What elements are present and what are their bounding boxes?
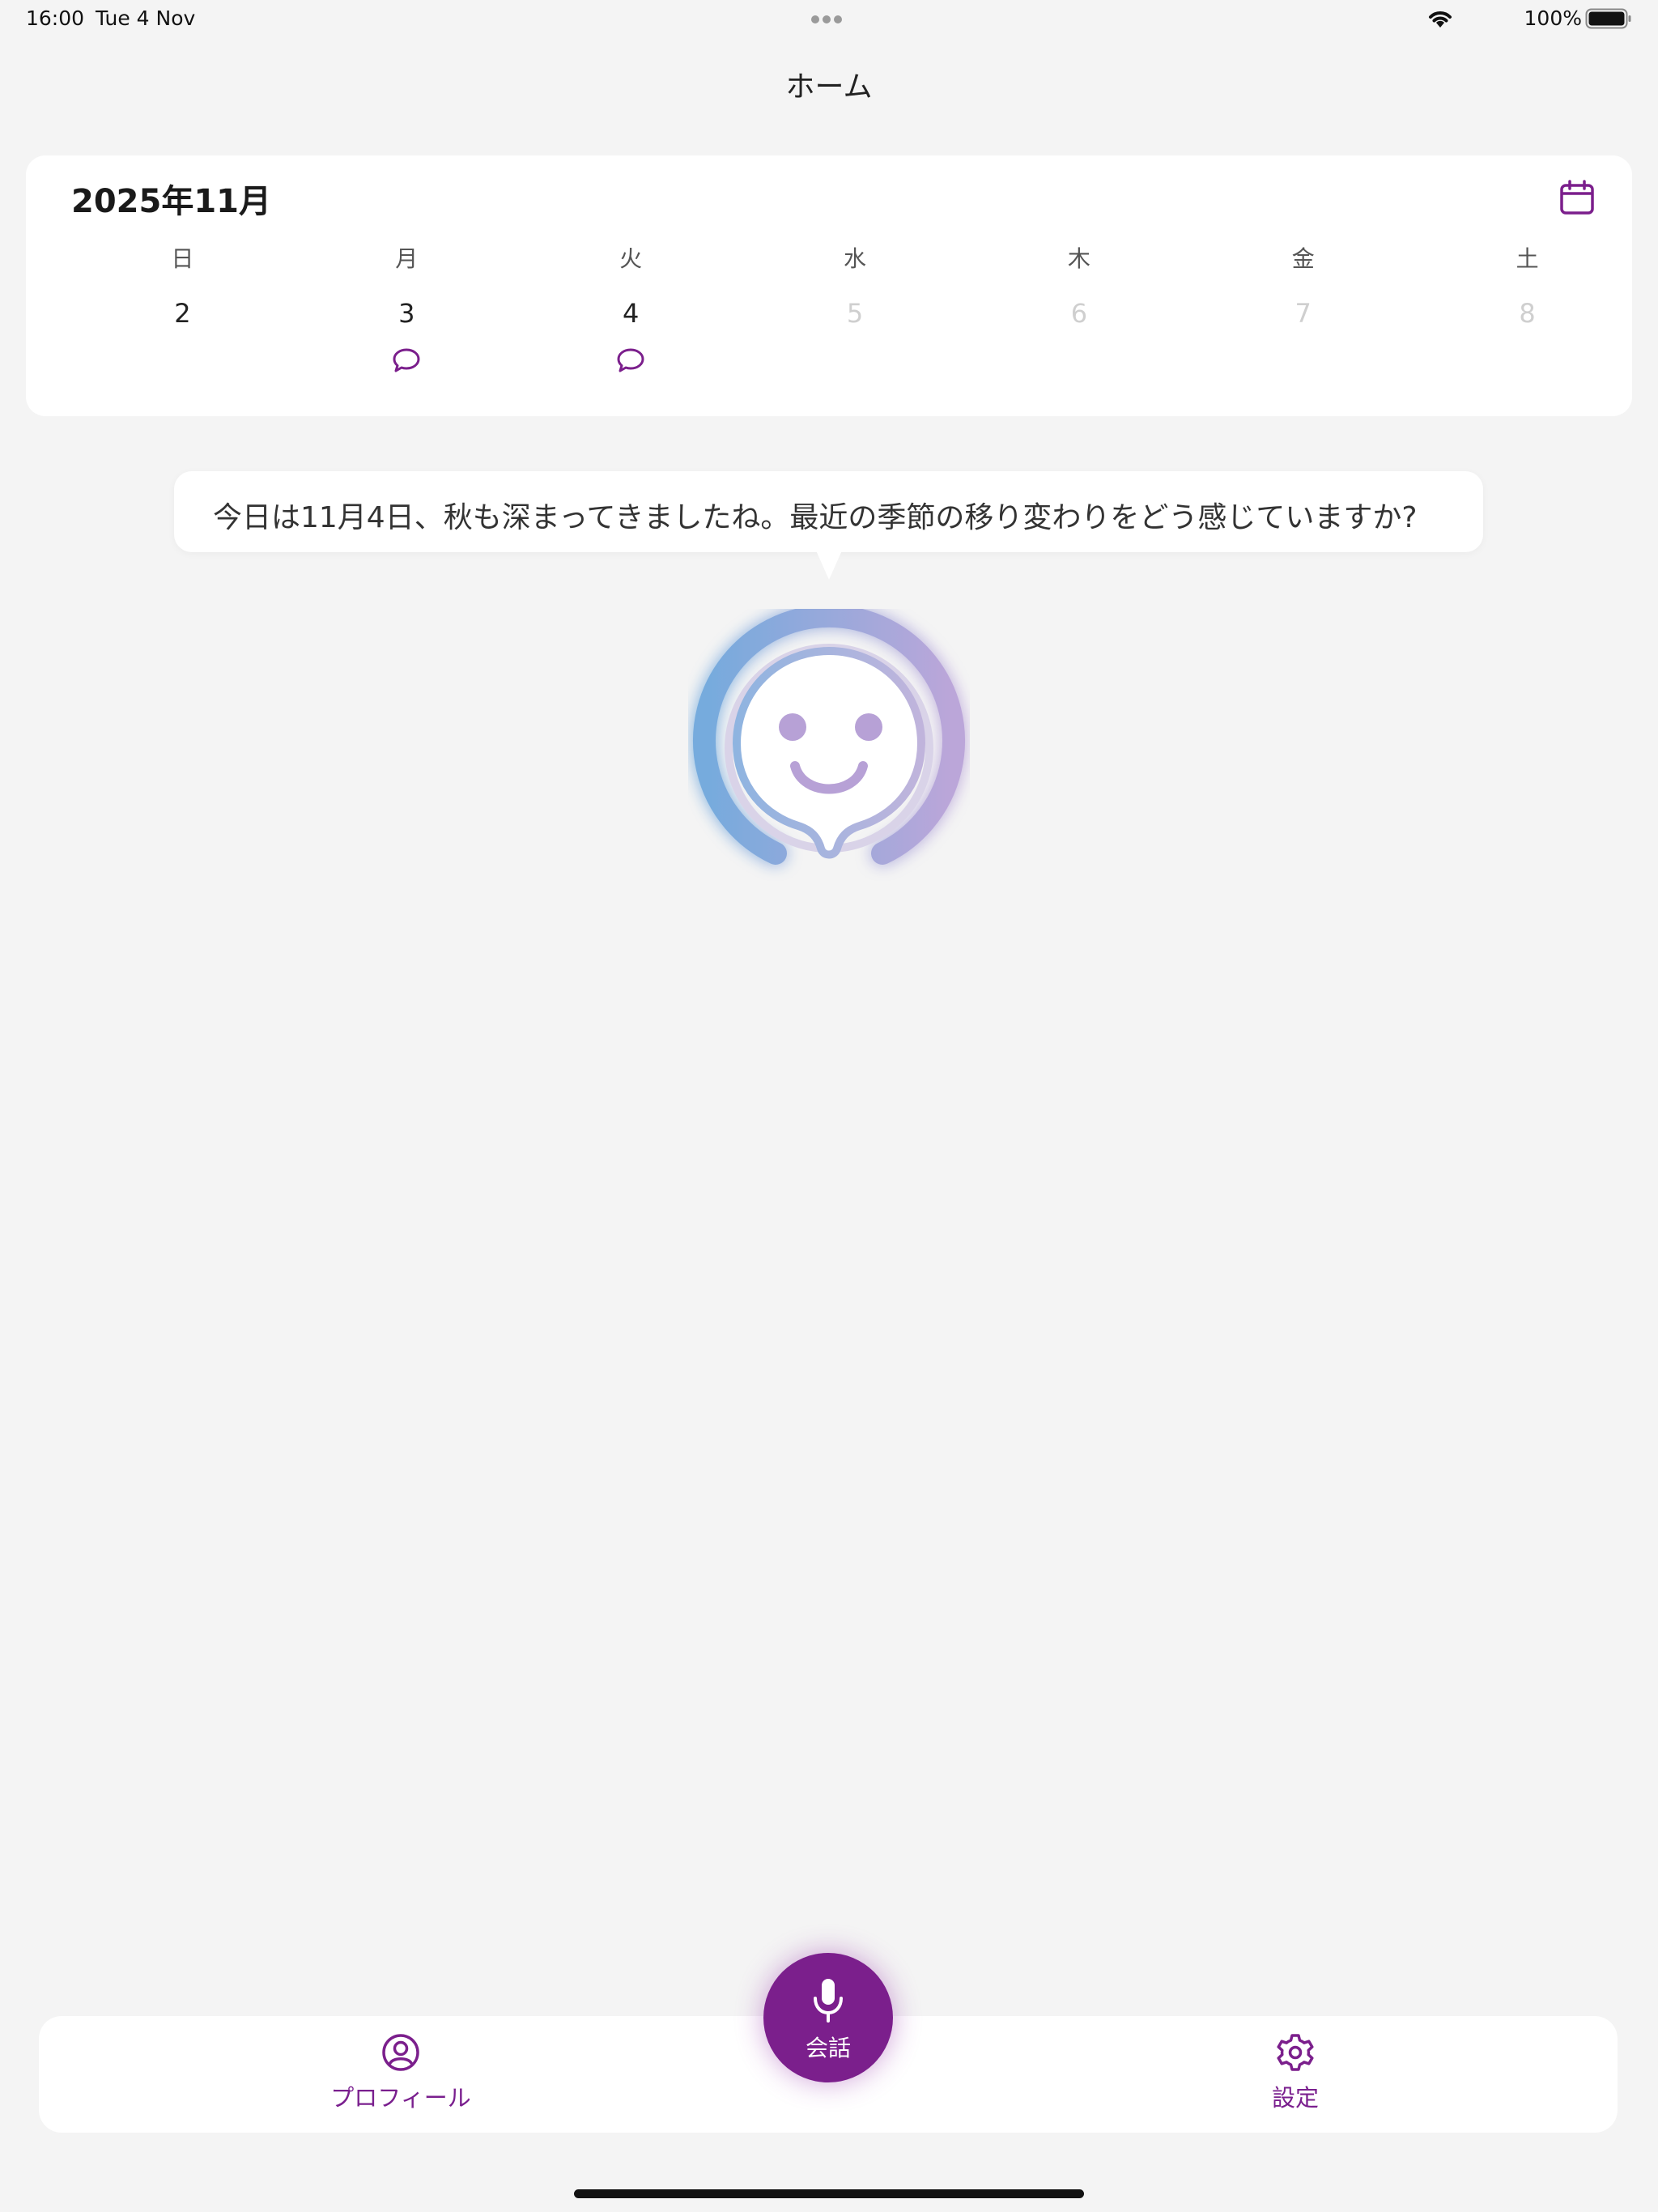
calendar-day-3[interactable]: 3 <box>295 298 519 329</box>
calendar-day-8: 8 <box>1519 298 1536 329</box>
nav-profile[interactable]: プロフィール <box>304 2032 498 2113</box>
marker-cell-7 <box>1191 347 1415 377</box>
calendar-day-4[interactable]: 4 <box>519 298 743 329</box>
nav-settings[interactable]: 設定 <box>1198 2032 1392 2113</box>
marker-cell-6 <box>967 347 1191 377</box>
page-title: ホーム <box>785 70 873 104</box>
home-screen: 16:00 Tue 4 Nov 100% ホーム 2025年11月 日 月 火 … <box>0 0 1658 2212</box>
status-date: Tue 4 Nov <box>96 6 196 30</box>
chat-bubble-icon[interactable] <box>616 347 645 374</box>
microphone-icon <box>814 1979 843 2023</box>
weekday-tue: 火 <box>619 245 643 272</box>
calendar-day-6: 6 <box>1070 298 1088 329</box>
battery-icon <box>1585 8 1631 29</box>
weekday-sat: 土 <box>1516 245 1539 272</box>
assistant-message: 今日は11月4日、秋も深まってきましたね。最近の季節の移り変わりをどう感じていま… <box>213 501 1418 534</box>
gear-icon <box>1277 2034 1314 2071</box>
nav-settings-label: 設定 <box>1271 2084 1319 2112</box>
marker-cell-4 <box>519 347 743 377</box>
multitasking-dots-icon[interactable] <box>811 11 847 26</box>
conversation-marker-row <box>26 347 1632 377</box>
marker-cell-3 <box>295 347 519 377</box>
talk-button[interactable]: 会話 <box>763 1953 893 2082</box>
assistant-speech-bubble: 今日は11月4日、秋も深まってきましたね。最近の季節の移り変わりをどう感じていま… <box>174 471 1483 552</box>
smiling-mascot-icon[interactable] <box>688 609 970 881</box>
marker-cell-5 <box>743 347 967 377</box>
nav-profile-label: プロフィール <box>330 2084 471 2112</box>
weekday-sun: 日 <box>171 245 194 272</box>
week-calendar-card: 2025年11月 日 月 火 水 木 金 土 2 3 4 5 6 7 8 <box>26 155 1632 416</box>
calendar-day-7: 7 <box>1295 298 1312 329</box>
weekday-wed: 水 <box>844 245 867 272</box>
status-bar: 16:00 Tue 4 Nov 100% <box>0 0 1658 39</box>
calendar-day-2[interactable]: 2 <box>70 298 295 329</box>
weekday-mon: 月 <box>395 245 419 272</box>
battery-percentage: 100% <box>1524 6 1582 30</box>
weekday-thu: 木 <box>1067 245 1090 272</box>
profile-icon <box>382 2034 419 2071</box>
home-indicator[interactable] <box>574 2189 1084 2198</box>
speech-bubble-tail <box>816 551 842 580</box>
chat-bubble-icon[interactable] <box>392 347 421 374</box>
wifi-icon <box>1429 11 1452 28</box>
talk-button-label: 会話 <box>805 2035 851 2061</box>
calendar-icon[interactable] <box>1558 178 1596 217</box>
weekday-header-row: 日 月 火 水 木 金 土 <box>26 241 1632 274</box>
status-time: 16:00 <box>26 6 85 30</box>
date-row: 2 3 4 5 6 7 8 <box>26 298 1632 329</box>
calendar-month-label: 2025年11月 <box>71 183 271 220</box>
marker-cell-2 <box>70 347 295 377</box>
marker-cell-8 <box>1415 347 1639 377</box>
weekday-fri: 金 <box>1291 245 1315 272</box>
calendar-day-5: 5 <box>846 298 864 329</box>
